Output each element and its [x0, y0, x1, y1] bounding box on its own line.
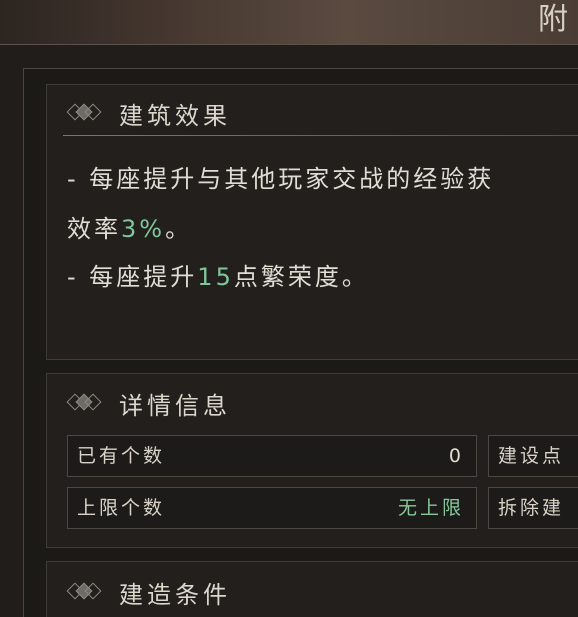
details-header: 详情信息	[65, 385, 231, 421]
owned-count-value: 0	[448, 445, 464, 467]
window-title: 附	[538, 2, 570, 37]
title-bar: 附	[0, 0, 578, 45]
diamond-ornament-icon	[65, 582, 103, 602]
owned-count-label: 已有个数	[77, 445, 166, 467]
owned-count-row: 已有个数 0	[67, 435, 477, 477]
diamond-ornament-icon	[65, 393, 103, 413]
build-points-label: 建设点	[498, 445, 565, 467]
header-divider	[63, 135, 578, 136]
demolish-label: 拆除建	[498, 497, 565, 519]
effect-value: 15	[197, 263, 234, 291]
effect-line-experience: - 每座提升与其他玩家交战的经验获	[67, 159, 494, 194]
diamond-ornament-icon	[65, 103, 103, 123]
limit-count-value: 无上限	[397, 497, 464, 519]
effect-text: - 每座提升与其他玩家交战的经验获	[67, 165, 495, 193]
limit-count-label: 上限个数	[77, 497, 166, 519]
effect-text: 效率	[67, 215, 121, 243]
effect-text: 点繁荣度。	[233, 263, 369, 291]
effect-value: 3%	[121, 215, 166, 243]
details-panel: 详情信息 已有个数 0 建设点 上限个数 无上限 拆除建	[46, 373, 578, 548]
building-effects-title: 建筑效果	[119, 101, 231, 130]
effect-text: - 每座提升	[67, 263, 198, 291]
effect-line-prosperity: - 每座提升15点繁荣度。	[67, 257, 369, 292]
effect-text: 。	[165, 215, 193, 243]
build-points-box: 建设点	[488, 435, 578, 477]
demolish-box[interactable]: 拆除建	[488, 487, 578, 529]
build-conditions-header: 建造条件	[65, 574, 231, 610]
build-conditions-panel: 建造条件	[46, 561, 578, 617]
building-effects-header: 建筑效果	[65, 95, 231, 131]
details-title: 详情信息	[119, 391, 231, 420]
effect-line-efficiency: 效率3%。	[67, 209, 192, 244]
building-info-panel: 附 建筑效果 - 每座提升与其他玩家交战的经验获 效率3%。 - 每座提升15点…	[0, 0, 578, 617]
limit-count-row: 上限个数 无上限	[67, 487, 477, 529]
build-conditions-title: 建造条件	[119, 580, 231, 609]
building-effects-panel: 建筑效果 - 每座提升与其他玩家交战的经验获 效率3%。 - 每座提升15点繁荣…	[46, 84, 578, 360]
